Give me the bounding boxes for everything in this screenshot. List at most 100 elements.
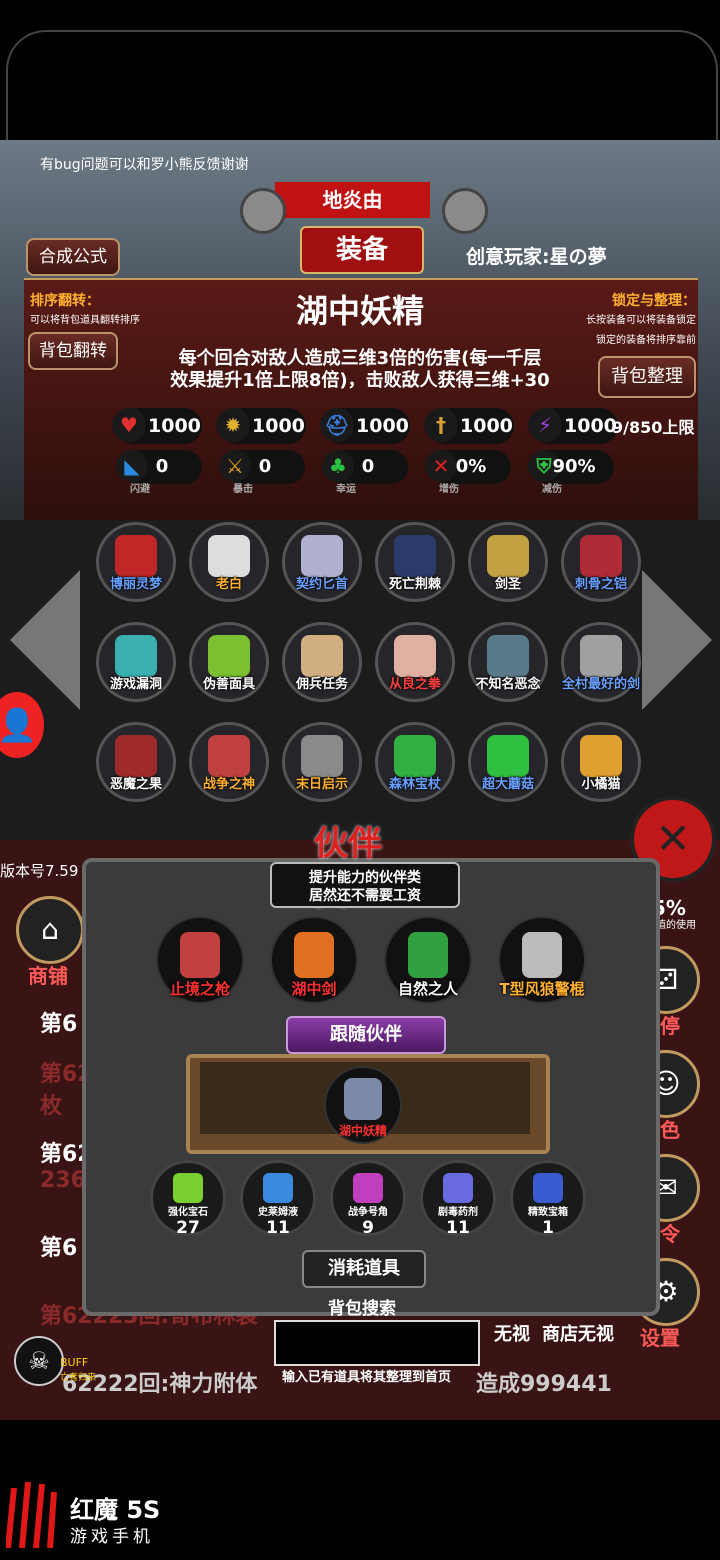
- consumable-slot[interactable]: 强化宝石 27: [150, 1160, 226, 1238]
- bag-search-hint: 输入已有道具将其整理到首页: [282, 1370, 452, 1385]
- skull-buff-icon[interactable]: ☠: [14, 1336, 64, 1386]
- item-slot[interactable]: 从良之拳: [375, 622, 455, 702]
- item-description-line-2: 效果提升1倍上限8倍)，击败敌人获得三维+30: [170, 370, 550, 391]
- bag-sort-button[interactable]: 背包整理: [598, 356, 696, 398]
- item-slot[interactable]: 战争之神: [189, 722, 269, 802]
- sword-icon: †: [424, 408, 458, 442]
- stat-main: ⚡ 1000: [528, 408, 618, 444]
- item-label: 全村最好的剑: [561, 677, 640, 692]
- item-sprite: [487, 735, 529, 777]
- consumable-label: 剧毒药剂: [438, 1207, 478, 1218]
- partner-slot[interactable]: 止境之枪: [156, 916, 244, 1004]
- item-slot[interactable]: 游戏漏洞: [96, 622, 176, 702]
- stat-sub: ⛨ 90% 减伤: [528, 450, 614, 495]
- item-slot[interactable]: 剑圣: [468, 522, 548, 602]
- stat-value: 1000: [564, 415, 617, 437]
- stat-main: ✹ 1000: [216, 408, 306, 444]
- lake-fairy-sprite: [344, 1078, 382, 1120]
- item-slot[interactable]: 全村最好的剑: [561, 622, 641, 702]
- consumable-slot[interactable]: 精致宝箱 1: [510, 1160, 586, 1238]
- stat-value: 90%: [552, 456, 596, 477]
- consumable-count: 27: [176, 1218, 200, 1238]
- partner-category-subtitle: 提升能力的伙伴类 居然还不需要工资: [270, 862, 460, 908]
- item-sprite: [487, 635, 529, 677]
- consumable-count: 11: [266, 1218, 290, 1238]
- bag-search-input[interactable]: [274, 1320, 480, 1366]
- shop-label[interactable]: 商铺: [28, 960, 68, 989]
- top-notice: 有bug问题可以和罗小熊反馈谢谢: [40, 157, 249, 173]
- consumable-slot[interactable]: 战争号角 9: [330, 1160, 406, 1238]
- item-sprite: [208, 535, 250, 577]
- item-sprite: [394, 635, 436, 677]
- item-sprite: [580, 635, 622, 677]
- stat-value: 0: [361, 456, 375, 477]
- synthesis-button[interactable]: 合成公式: [26, 238, 120, 276]
- consumable-label: 强化宝石: [168, 1207, 208, 1218]
- item-slot[interactable]: 刺骨之铠: [561, 522, 641, 602]
- battle-log-line: 造成999441: [476, 1372, 612, 1397]
- consumable-sprite: [173, 1173, 203, 1203]
- stat-value: 1000: [252, 415, 305, 437]
- item-slot[interactable]: 老白: [189, 522, 269, 602]
- item-slot[interactable]: 伪善面具: [189, 622, 269, 702]
- item-slot[interactable]: 恶魔之果: [96, 722, 176, 802]
- consumable-label: 史莱姆液: [258, 1207, 298, 1218]
- item-slot[interactable]: 契约匕首: [282, 522, 362, 602]
- page-left-arrow[interactable]: [10, 570, 80, 710]
- item-slot[interactable]: 佣兵任务: [282, 622, 362, 702]
- item-slot[interactable]: 末日启示: [282, 722, 362, 802]
- item-slot[interactable]: 死亡荆棘: [375, 522, 455, 602]
- bag-flip-button[interactable]: 背包翻转: [28, 332, 118, 370]
- item-sprite: [115, 735, 157, 777]
- shop-ignore-toggle[interactable]: 商店无视: [542, 1320, 614, 1346]
- item-sprite: [301, 735, 343, 777]
- partner-slot[interactable]: 自然之人: [384, 916, 472, 1004]
- item-slot[interactable]: 小橘猫: [561, 722, 641, 802]
- item-slot[interactable]: 超大蘑菇: [468, 722, 548, 802]
- equip-title: 装备: [300, 226, 424, 274]
- stat-value: 1000: [460, 415, 513, 437]
- skull-ornament-right: [442, 188, 488, 234]
- item-sprite: [115, 635, 157, 677]
- stat-sub: ✕ 0% 增伤: [425, 450, 511, 495]
- buff-sub: 亡者归来: [60, 1373, 97, 1383]
- side-menu-label[interactable]: 设置: [640, 1322, 680, 1351]
- sort-flip-hint: 可以将背包道具翻转排序: [30, 315, 140, 326]
- follow-partner-button[interactable]: 跟随伙伴: [286, 1016, 446, 1054]
- consumable-slot[interactable]: 剧毒药剂 11: [420, 1160, 496, 1238]
- stat-label: 闪避: [130, 484, 150, 495]
- item-sprite: [301, 535, 343, 577]
- stat-label: 暴击: [233, 484, 253, 495]
- consumable-sprite: [263, 1173, 293, 1203]
- partner-slot[interactable]: T型风狼警棍: [498, 916, 586, 1004]
- item-label: 刺骨之铠: [574, 577, 627, 592]
- version-label: 版本号7.59: [0, 862, 79, 880]
- consumable-count: 9: [362, 1218, 374, 1238]
- stat-sub: ♣ 0 幸运: [322, 450, 408, 495]
- partner-subtitle-line-1: 提升能力的伙伴类: [309, 870, 421, 886]
- stat-label: 增伤: [439, 484, 459, 495]
- item-slot[interactable]: 森林宝杖: [375, 722, 455, 802]
- follow-slot-partner[interactable]: 湖中妖精: [324, 1066, 402, 1144]
- stat-main: ♥ 1000: [112, 408, 202, 444]
- stat-value: 1000: [356, 415, 409, 437]
- consumable-count: 11: [446, 1218, 470, 1238]
- consumable-label: 战争号角: [348, 1207, 388, 1218]
- stat-value: 1000: [148, 415, 201, 437]
- battle-log-line: 枚: [40, 1094, 63, 1119]
- consumables-title: 消耗道具: [302, 1250, 426, 1288]
- redmagic-logo-icon: [6, 1481, 57, 1549]
- consumable-slot[interactable]: 史莱姆液 11: [240, 1160, 316, 1238]
- item-slot[interactable]: 不知名恶念: [468, 622, 548, 702]
- partner-sprite: [408, 932, 448, 978]
- heart-icon: ♥: [112, 408, 146, 442]
- phone-brand-sub: 游戏手机: [70, 1527, 154, 1547]
- sort-flip-title: 排序翻转：: [30, 293, 100, 309]
- shop-icon[interactable]: ⌂: [16, 896, 84, 964]
- item-sprite: [580, 535, 622, 577]
- ignore-toggle-left[interactable]: 无视: [494, 1320, 530, 1346]
- item-description: 每个回合对敌人造成三维3倍的伤害(每一千层 效果提升1倍上限8倍)，击败敌人获得…: [150, 348, 570, 392]
- partner-slot[interactable]: 湖中剑: [270, 916, 358, 1004]
- phone-bezel: [6, 30, 718, 152]
- item-slot[interactable]: 博丽灵梦: [96, 522, 176, 602]
